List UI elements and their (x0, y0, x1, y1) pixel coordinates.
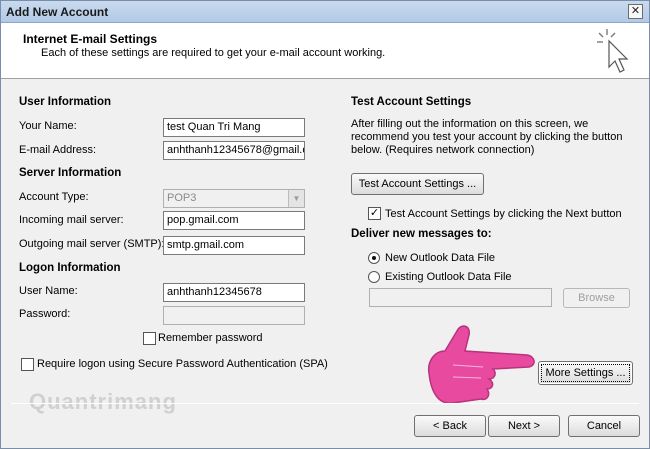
footer-divider (11, 403, 639, 404)
account-type-select[interactable]: POP3 ▼ (163, 189, 305, 208)
user-name-label: User Name: (19, 285, 78, 297)
watermark-logo: Quantrimang (29, 389, 177, 414)
user-name-input[interactable]: anhthanh12345678 (163, 283, 305, 302)
server-info-heading: Server Information (19, 167, 122, 179)
existing-data-file-label: Existing Outlook Data File (385, 271, 512, 283)
test-desc-line-1: After filling out the information on thi… (351, 118, 589, 130)
browse-button[interactable]: Browse (563, 288, 630, 308)
test-next-label: Test Account Settings by clicking the Ne… (385, 208, 622, 220)
add-account-dialog: Add New Account ✕ Internet E-mail Settin… (0, 0, 650, 449)
more-settings-button[interactable]: More Settings ... (538, 361, 633, 385)
outgoing-server-label: Outgoing mail server (SMTP): (19, 238, 165, 250)
account-type-value: POP3 (167, 192, 197, 204)
incoming-server-label: Incoming mail server: (19, 214, 124, 226)
existing-data-file-radio[interactable] (368, 271, 380, 283)
your-name-label: Your Name: (19, 120, 77, 132)
test-desc-line-3: below. (Requires network connection) (351, 144, 535, 156)
email-input[interactable]: anhthanh12345678@gmail.co (163, 141, 305, 160)
test-next-checkbox[interactable]: ✓ (368, 207, 381, 220)
incoming-server-input[interactable]: pop.gmail.com (163, 211, 305, 230)
new-data-file-radio[interactable] (368, 252, 380, 264)
title-bar: Add New Account ✕ (1, 1, 649, 23)
deliver-heading: Deliver new messages to: (351, 228, 492, 240)
close-button[interactable]: ✕ (628, 4, 643, 19)
spa-checkbox[interactable] (21, 358, 34, 371)
next-button[interactable]: Next > (488, 415, 560, 437)
header-panel: Internet E-mail Settings Each of these s… (1, 23, 649, 79)
cursor-sparkle-icon (597, 29, 629, 73)
user-info-heading: User Information (19, 96, 112, 108)
spa-label: Require logon using Secure Password Auth… (37, 358, 328, 370)
test-settings-heading: Test Account Settings (351, 96, 472, 108)
remember-password-label: Remember password (158, 332, 263, 344)
password-label: Password: (19, 308, 71, 320)
pointing-hand-icon (427, 325, 535, 404)
back-button[interactable]: < Back (414, 415, 486, 437)
window-title: Add New Account (6, 5, 109, 19)
logon-info-heading: Logon Information (19, 262, 121, 274)
email-label: E-mail Address: (19, 144, 97, 156)
remember-password-checkbox[interactable] (143, 332, 156, 345)
chevron-down-icon: ▼ (288, 190, 304, 207)
existing-file-path-input[interactable] (369, 288, 552, 307)
header-subtitle: Each of these settings are required to g… (41, 47, 386, 59)
header-title: Internet E-mail Settings (23, 32, 158, 46)
your-name-input[interactable]: test Quan Tri Mang (163, 118, 305, 137)
test-desc-line-2: recommend you test your account by click… (351, 131, 623, 143)
new-data-file-label: New Outlook Data File (385, 252, 496, 264)
account-type-label: Account Type: (19, 191, 89, 203)
password-input[interactable] (163, 306, 305, 325)
outgoing-server-input[interactable]: smtp.gmail.com (163, 236, 305, 255)
test-account-settings-button[interactable]: Test Account Settings ... (351, 173, 484, 195)
cancel-button[interactable]: Cancel (568, 415, 640, 437)
